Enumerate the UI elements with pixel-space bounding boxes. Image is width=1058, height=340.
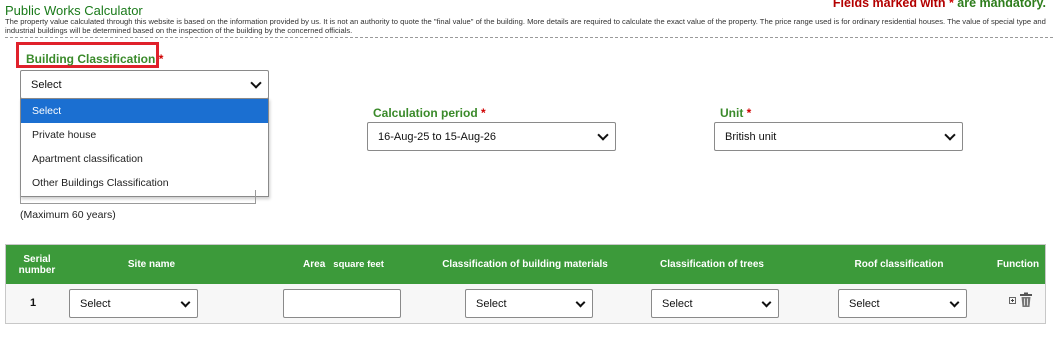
building-age-input[interactable] <box>20 190 256 204</box>
disclaimer-text: The property value calculated through th… <box>5 17 1046 35</box>
chevron-down-icon <box>944 129 956 141</box>
row-serial: 1 <box>30 297 37 309</box>
divider <box>5 37 1053 38</box>
building-classification-label-text: Building Classification <box>26 52 156 66</box>
required-star: * <box>158 52 164 66</box>
chevron-down-icon <box>597 129 609 141</box>
chevron-down-icon <box>761 297 772 308</box>
mandatory-prefix: Fields marked with <box>832 0 946 10</box>
required-star: * <box>481 106 486 120</box>
roof-select[interactable]: Select <box>838 289 967 318</box>
mandatory-star: * <box>948 0 954 10</box>
roof-value: Select <box>849 297 880 310</box>
site-table: Serial number Site name Area square feet… <box>5 244 1046 324</box>
age-note: (Maximum 60 years) <box>20 209 116 221</box>
header-area-label: Area <box>303 259 326 270</box>
site-name-value: Select <box>80 297 111 310</box>
mandatory-suffix: are mandatory. <box>957 0 1046 10</box>
table-header: Serial number Site name Area square feet… <box>6 245 1045 284</box>
header-area: Area square feet <box>271 245 416 284</box>
chevron-down-icon <box>949 297 960 308</box>
dropdown-option[interactable]: Apartment classification <box>21 147 268 171</box>
row-functions <box>1009 292 1033 308</box>
chevron-down-icon <box>575 297 586 308</box>
expand-plus-icon[interactable] <box>1009 296 1016 304</box>
calculation-period-label: Calculation period * <box>373 106 486 120</box>
chevron-down-icon <box>180 297 191 308</box>
unit-value: British unit <box>725 130 777 143</box>
header-function: Function <box>996 259 1040 270</box>
header-serial: Serial number <box>18 253 56 276</box>
header-materials: Classification of building materials <box>442 259 608 270</box>
mandatory-note: Fields marked with * are mandatory. <box>833 0 1046 10</box>
header-roof: Roof classification <box>854 259 944 270</box>
materials-select[interactable]: Select <box>465 289 593 318</box>
page-title: Public Works Calculator <box>5 3 143 18</box>
trees-select[interactable]: Select <box>651 289 779 318</box>
calculation-period-select[interactable]: 16-Aug-25 to 15-Aug-26 <box>367 122 616 151</box>
site-name-select[interactable]: Select <box>69 289 198 318</box>
chevron-down-icon <box>250 77 262 89</box>
area-input[interactable] <box>283 289 401 318</box>
materials-value: Select <box>476 297 507 310</box>
dropdown-option[interactable]: Private house <box>21 123 268 147</box>
unit-label: Unit * <box>720 106 751 120</box>
header-site-name: Site name <box>127 259 176 270</box>
required-star: * <box>746 106 752 120</box>
unit-label-text: Unit <box>720 106 744 120</box>
calculation-period-label-text: Calculation period <box>373 106 478 120</box>
dropdown-option[interactable]: Select <box>21 99 268 123</box>
trees-value: Select <box>662 297 693 310</box>
header-trees: Classification of trees <box>660 259 764 270</box>
building-classification-select[interactable]: Select <box>20 70 269 99</box>
building-classification-value: Select <box>31 78 62 91</box>
building-classification-dropdown: Select Private house Apartment classific… <box>20 98 269 197</box>
calculation-period-value: 16-Aug-25 to 15-Aug-26 <box>378 130 497 143</box>
building-classification-label: Building Classification * <box>26 52 163 66</box>
table-row: 1 Select Select Select Select <box>6 284 1045 323</box>
area-unit-label: square feet <box>333 259 384 270</box>
unit-select[interactable]: British unit <box>714 122 963 151</box>
trash-icon[interactable] <box>1019 292 1033 308</box>
